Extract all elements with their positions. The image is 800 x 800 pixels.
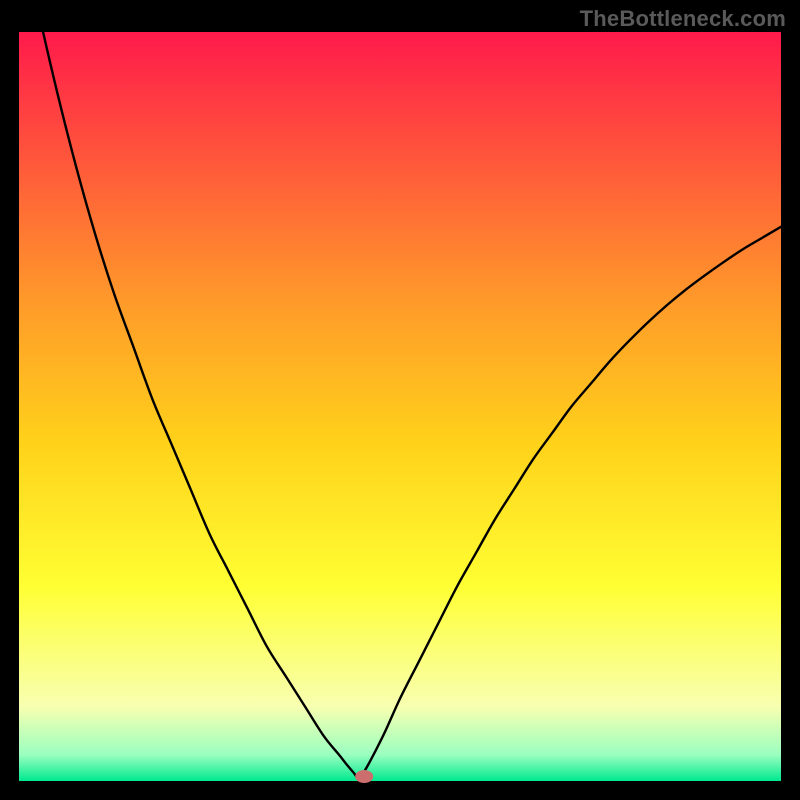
watermark-text: TheBottleneck.com — [580, 6, 786, 32]
bottleneck-chart — [0, 0, 800, 800]
chart-frame: TheBottleneck.com — [0, 0, 800, 800]
plot-background — [19, 32, 781, 781]
optimal-marker — [355, 770, 373, 783]
